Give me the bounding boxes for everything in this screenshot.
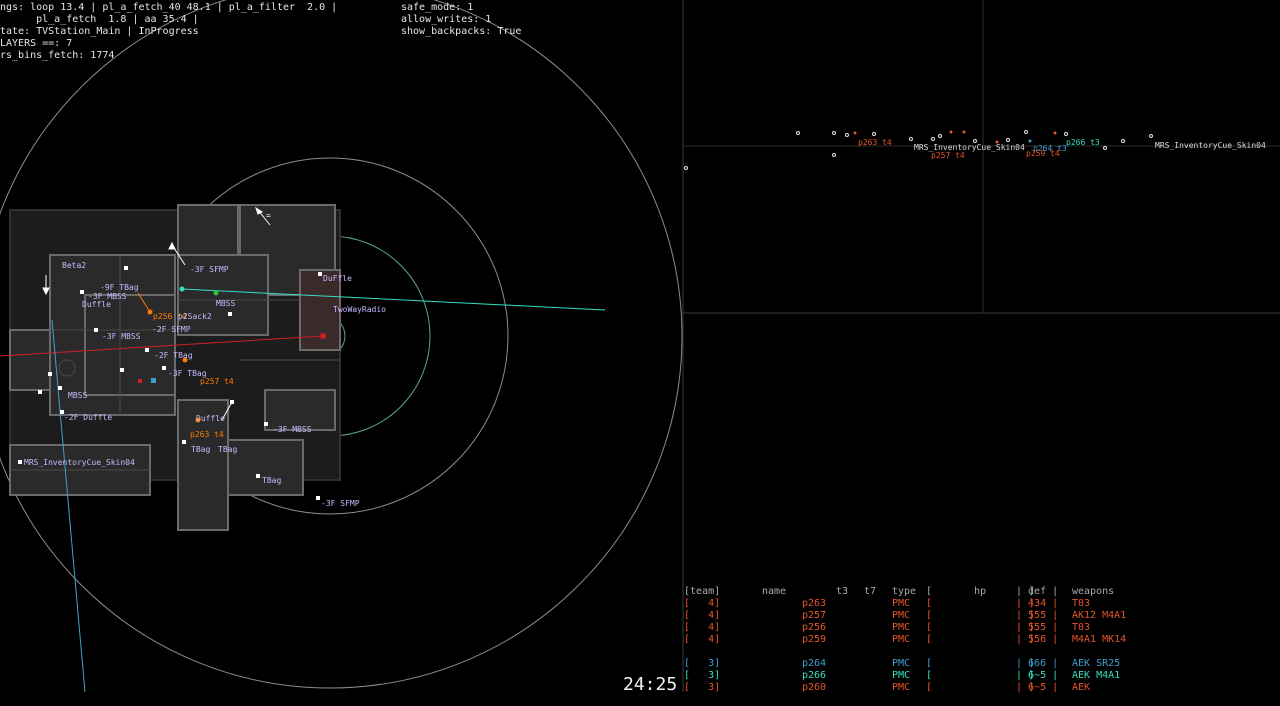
name-cell: p266 <box>802 670 827 681</box>
player-roster: [team] name t3 t7 type [ hp ] | def | we… <box>684 586 1126 694</box>
map-label: TBag <box>218 445 237 454</box>
col-type-header: type <box>892 586 917 597</box>
weapons-cell: AK12 M4A1 <box>1072 610 1127 621</box>
map-label: Beta2 <box>62 261 86 270</box>
map-label: MBSS <box>68 391 87 400</box>
side-label: MRS_InventoryCue_Skin04 <box>1155 141 1266 150</box>
weapons-cell: AEK M4A1 <box>1072 670 1121 681</box>
side-label: p257 t4 <box>931 151 965 160</box>
map-label: Duffle <box>82 300 111 309</box>
side-label: p263 t4 <box>858 138 892 147</box>
roster-header: [team] name t3 t7 type [ hp ] | def | we… <box>684 586 1114 598</box>
map-label: -3F MBSS <box>273 425 312 434</box>
table-row: [ 4] p256 PMC[ ] | 555 | T03 <box>684 622 1090 634</box>
table-row: [ 4] p263 PMC[ ] | 434 | T03 <box>684 598 1090 610</box>
def-cell: | 555 | <box>1016 610 1059 621</box>
weapons-cell: AEK <box>1072 682 1091 693</box>
type-cell: PMC <box>892 598 911 609</box>
map-label: p2Sack2 <box>178 312 212 321</box>
map-label: -2F SFMP <box>152 325 191 334</box>
name-cell: p259 <box>802 634 827 645</box>
type-cell: PMC <box>892 682 911 693</box>
def-cell: | 556 | <box>1016 634 1059 645</box>
team-cell: [ 3] <box>684 658 721 669</box>
hud-show-backpacks: show_backpacks: True <box>401 26 522 37</box>
weapons-cell: T03 <box>1072 598 1091 609</box>
hud-bins-fetch: rs_bins_fetch: 1774 <box>0 50 115 61</box>
map-label: DuFfle <box>323 274 352 283</box>
map-label: -3F MBSS <box>102 332 141 341</box>
name-cell: p256 <box>802 622 827 633</box>
raid-timer: 24:25 <box>623 674 678 695</box>
map-label: MRS_InventoryCue_Skin04 <box>24 458 135 467</box>
side-label: p259 t4 <box>1026 149 1060 158</box>
map-label: -2F Duffle <box>64 413 112 422</box>
hud-stats-line-2: pl_a_fetch 1.8 | aa 35.4 | <box>0 14 199 25</box>
map-label: p257 t4 <box>200 377 234 386</box>
team-cell: [ 3] <box>684 682 721 693</box>
side-view-labels: p263 t4 MRS_InventoryCue_Skin04 p257 t4 … <box>858 138 1266 160</box>
col-name-header: name <box>762 586 787 597</box>
type-cell: PMC <box>892 658 911 669</box>
table-row <box>684 646 708 658</box>
team-cell: [ 4] <box>684 622 721 633</box>
weapons-cell: AEK SR25 <box>1072 658 1121 669</box>
name-cell: p264 <box>802 658 827 669</box>
type-cell: PMC <box>892 622 911 633</box>
def-cell: | 6~5 | <box>1016 682 1059 693</box>
table-row: [ 3] p260 PMC[ ] | 6~5 | AEK <box>684 682 1090 694</box>
table-row: [ 3] p266 PMC[ ] | 6~5 | AEK M4A1 <box>684 670 1120 682</box>
hud-stats-line-1: ngs: loop 13.4 | pl_a_fetch_40 48.1 | pl… <box>0 2 338 13</box>
name-cell: p257 <box>802 610 827 621</box>
team-cell: [ 4] <box>684 634 721 645</box>
map-label: TBag <box>262 476 281 485</box>
col-weapons-header: weapons <box>1072 586 1115 597</box>
team-cell: [ 3] <box>684 670 721 681</box>
map-label: TwoWayRadio <box>333 305 386 314</box>
hud-allow-writes: allow_writes: 1 <box>401 14 492 25</box>
map-label: -9F TBag <box>100 283 139 292</box>
col-team-header: [team] <box>684 586 721 597</box>
map-label: MBSS <box>216 299 235 308</box>
hud-layers: LAYERS ==: 7 <box>0 38 73 49</box>
def-cell: | 555 | <box>1016 622 1059 633</box>
weapons-cell: M4A1 MK14 <box>1072 634 1127 645</box>
col-def-header: | def | <box>1016 586 1059 597</box>
weapons-cell: T03 <box>1072 622 1091 633</box>
name-cell: p260 <box>802 682 827 693</box>
team-cell: [ 4] <box>684 598 721 609</box>
hud-raid-state: tate: TVStation_Main | InProgress <box>0 26 199 37</box>
map-label: Duffle <box>196 414 225 423</box>
table-row: [ 3] p264 PMC[ ] | 666 | AEK SR25 <box>684 658 1120 670</box>
table-row: [ 4] p257 PMC[ ] | 555 | AK12 M4A1 <box>684 610 1126 622</box>
map-label: -2F TBag <box>154 351 193 360</box>
type-cell: PMC <box>892 634 911 645</box>
table-row: [ 4] p259 PMC[ ] | 556 | M4A1 MK14 <box>684 634 1126 646</box>
def-cell: | 434 | <box>1016 598 1059 609</box>
def-cell: | 666 | <box>1016 658 1059 669</box>
type-cell: PMC <box>892 670 911 681</box>
type-cell: PMC <box>892 610 911 621</box>
name-cell: p263 <box>802 598 827 609</box>
def-cell: | 6~5 | <box>1016 670 1059 681</box>
hud-safe-mode: safe_mode: 1 <box>401 2 474 13</box>
map-label: TBag <box>191 445 210 454</box>
map-label: p263 t4 <box>190 430 224 439</box>
map-label: = <box>266 211 271 220</box>
col-t7-header: t7 <box>864 586 877 597</box>
team-cell: [ 4] <box>684 610 721 621</box>
col-t3-header: t3 <box>836 586 849 597</box>
side-label: p266 t3 <box>1066 138 1100 147</box>
map-label: -3F SFMP <box>190 265 229 274</box>
map-label: -3F SFMP <box>321 499 360 508</box>
